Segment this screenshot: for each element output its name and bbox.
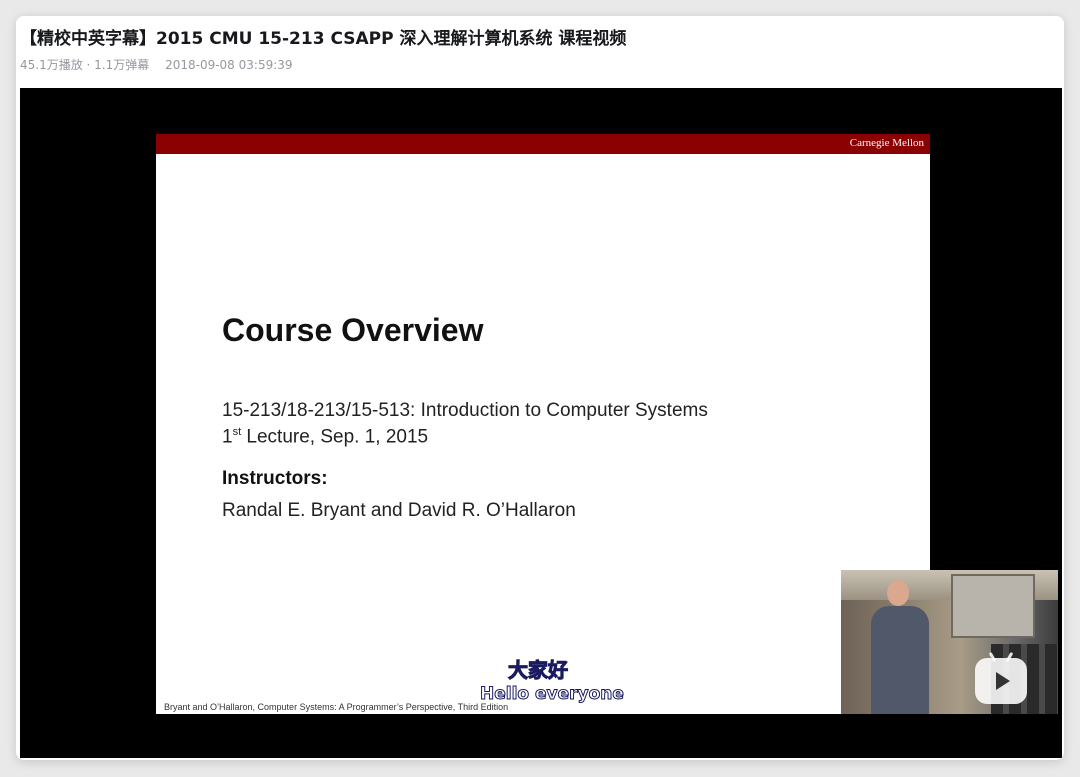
lecture-slide: Carnegie Mellon Course Overview 15-213/1…	[156, 134, 930, 714]
slide-header-bar: Carnegie Mellon	[156, 134, 930, 154]
video-meta: 45.1万播放 · 1.1万弹幕 2018-09-08 03:59:39	[20, 56, 293, 73]
pip-lecturer-head	[887, 580, 909, 606]
video-title[interactable]: 【精校中英字幕】2015 CMU 15-213 CSAPP 深入理解计算机系统 …	[20, 24, 626, 49]
video-player[interactable]: Carnegie Mellon Course Overview 15-213/1…	[20, 88, 1062, 758]
subtitle-chinese: 大家好	[508, 658, 569, 683]
slide-heading: Course Overview	[222, 312, 484, 348]
slide-lecture-line: 1st Lecture, Sep. 1, 2015	[222, 426, 428, 448]
view-count: 45.1万播放 · 1.1万弹幕	[20, 58, 150, 72]
subtitle-english: Hello everyone	[480, 684, 625, 705]
slide-brand: Carnegie Mellon	[849, 137, 924, 149]
video-card: 【精校中英字幕】2015 CMU 15-213 CSAPP 深入理解计算机系统 …	[16, 16, 1064, 760]
lecture-date: Lecture, Sep. 1, 2015	[241, 426, 429, 448]
publish-date: 2018-09-08 03:59:39	[165, 58, 293, 72]
play-triangle-icon	[996, 672, 1010, 690]
pip-board	[951, 574, 1035, 638]
picture-in-picture-camera[interactable]	[841, 570, 1058, 714]
slide-instructors: Randal E. Bryant and David R. O’Hallaron	[222, 500, 576, 521]
video-header: 【精校中英字幕】2015 CMU 15-213 CSAPP 深入理解计算机系统 …	[16, 16, 1064, 88]
bilibili-tv-play-icon[interactable]	[975, 658, 1027, 704]
slide-instructors-label: Instructors:	[222, 468, 328, 489]
pip-lecturer-body	[871, 606, 929, 714]
lecture-number: 1	[222, 426, 233, 448]
slide-course-line: 15-213/18-213/15-513: Introduction to Co…	[222, 400, 708, 421]
lecture-ordinal: st	[232, 426, 242, 438]
slide-footer: Bryant and O’Hallaron, Computer Systems:…	[164, 702, 509, 712]
